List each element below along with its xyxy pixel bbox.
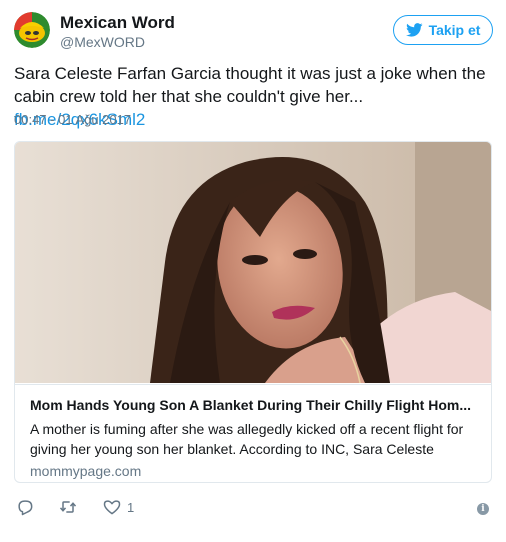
embedded-tweet: Mexican Word @MexWORD Takip et Sara Cele… [0,0,506,542]
retweet-icon [59,501,77,513]
card-domain: mommypage.com [30,463,142,479]
reply-button[interactable] [15,497,35,517]
author-handle[interactable]: @MexWORD [60,34,145,50]
avatar-image [14,12,50,48]
card-body: Mom Hands Young Son A Blanket During The… [15,384,491,482]
follow-label: Takip et [428,22,481,38]
tweet-body: Sara Celeste Farfan Garcia thought it wa… [14,64,486,106]
heart-icon [103,500,121,515]
follow-button[interactable]: Takip et [393,15,493,45]
retweet-button[interactable] [58,497,78,517]
like-count: 1 [127,499,135,515]
avatar[interactable] [14,12,50,48]
info-icon[interactable]: i [477,503,489,515]
card-title: Mom Hands Young Son A Blanket During The… [30,397,472,413]
bird-icon [405,23,423,37]
card-description: A mother is fuming after she was alleged… [30,421,464,457]
timestamp[interactable]: 00:47 - 01 Ağu 2017 [14,112,131,127]
like-button[interactable]: 1 [102,497,134,517]
author-name[interactable]: Mexican Word [60,13,175,33]
woman-photo [15,142,491,383]
link-card[interactable]: Mom Hands Young Son A Blanket During The… [14,141,492,483]
reply-icon [18,500,33,516]
